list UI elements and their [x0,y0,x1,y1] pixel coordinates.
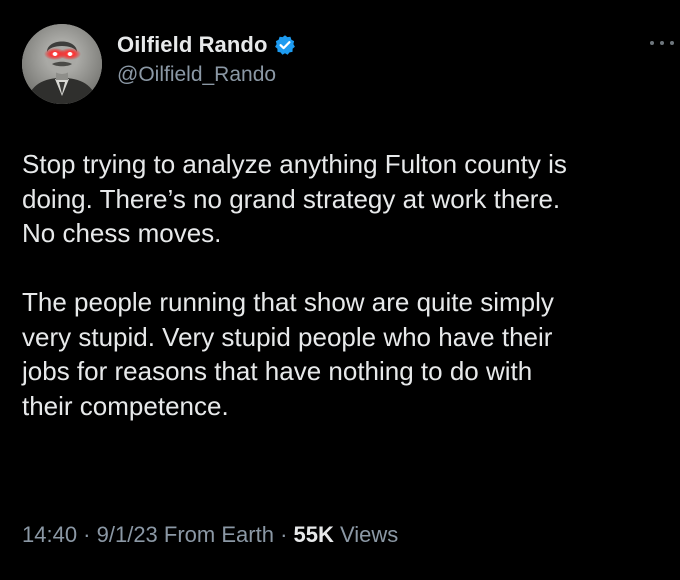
tweet-line: No chess moves. [22,218,222,248]
display-name[interactable]: Oilfield Rando [117,32,268,58]
avatar[interactable] [22,24,102,104]
tweet-card: Oilfield Rando @Oilfield_Rando Stop tryi… [0,0,680,580]
views-count[interactable]: 55K [294,522,334,547]
portrait-laser-eyes-avatar-icon [22,24,102,104]
tweet-meta: 14:40 · 9/1/23 From Earth · 55K Views [22,522,398,548]
more-options-icon[interactable] [650,33,674,53]
verified-badge-icon[interactable] [274,34,296,56]
tweet-line: doing. There’s no grand strategy at work… [22,183,561,214]
tweet-source: From Earth [163,522,274,547]
views-label[interactable]: Views [340,522,398,547]
tweet-line: their competence. [22,390,229,421]
tweet-line: The people running that show are quite s… [22,287,554,317]
tweet-line: very stupid. Very stupid people who have… [22,321,553,352]
meta-separator: · [77,522,97,547]
tweet-text: Stop trying to analyze anything Fulton c… [22,147,667,423]
tweet-date[interactable]: 9/1/23 [97,522,158,547]
tweet-paragraph: The people running that show are quite s… [22,285,667,423]
tweet-paragraph: Stop trying to analyze anything Fulton c… [22,147,667,251]
tweet-time[interactable]: 14:40 [22,522,77,547]
author-name-row: Oilfield Rando [117,31,296,59]
user-handle[interactable]: @Oilfield_Rando [117,63,276,87]
meta-separator: · [273,522,294,547]
tweet-line: jobs for reasons that have nothing to do… [22,356,533,386]
tweet-line: Stop trying to analyze anything Fulton c… [22,149,567,179]
